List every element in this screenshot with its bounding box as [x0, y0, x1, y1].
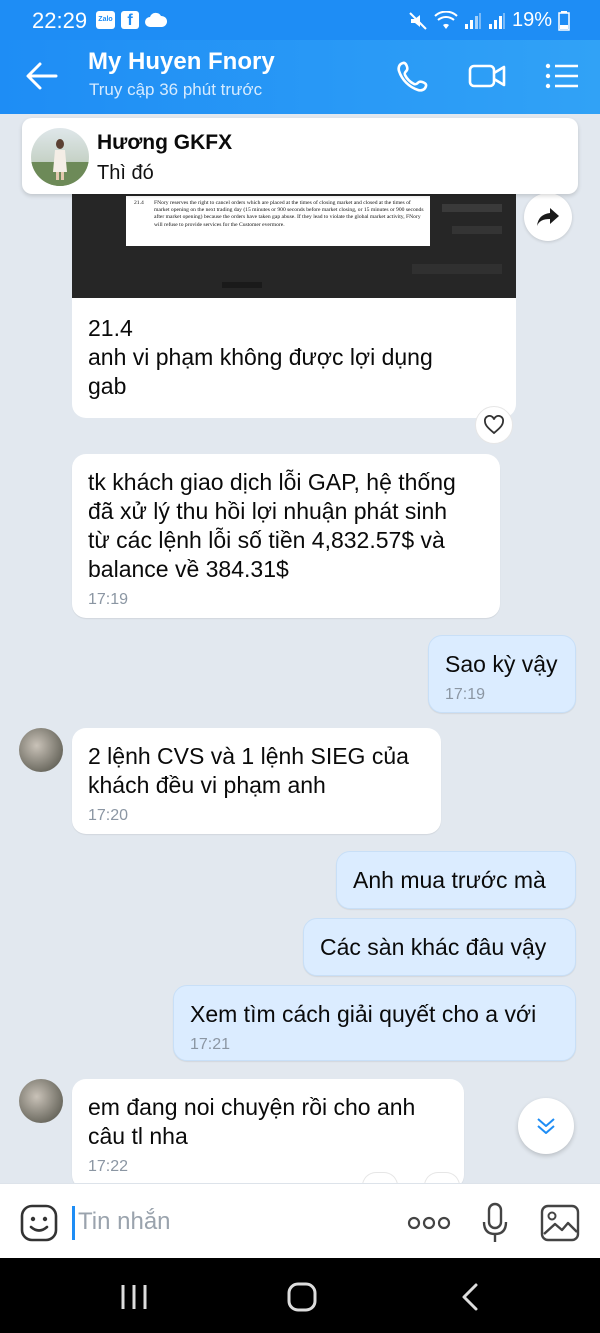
chat-area[interactable]: Hương GKFX Thì đó 21.4 FNory reserves th…	[0, 114, 600, 1183]
message-line: Anh mua trước mà	[353, 867, 546, 893]
back-arrow-icon[interactable]	[22, 58, 62, 94]
recent-apps-icon[interactable]	[114, 1282, 154, 1312]
message-bubble-sent[interactable]: Sao kỳ vậy 17:19	[428, 635, 576, 713]
message-bubble-sent[interactable]: Các sàn khác đâu vậy	[303, 918, 576, 976]
message-line: 2 lệnh CVS và 1 lệnh SIEG của	[88, 743, 409, 769]
message-input[interactable]	[78, 1202, 378, 1242]
image-background-detail	[222, 204, 502, 288]
last-seen-status: Truy cập 36 phút trước	[89, 80, 263, 99]
emoji-sticker-icon[interactable]	[20, 1204, 58, 1242]
contact-name[interactable]: My Huyen Fnory	[88, 48, 275, 76]
message-line: Sao kỳ vậy	[445, 651, 558, 677]
message-line: em đang noi chuyện rồi cho anh	[88, 1094, 416, 1120]
sender-avatar[interactable]	[19, 728, 63, 772]
message-line: câu tl nha	[88, 1123, 188, 1149]
message-bubble-received[interactable]: tk khách giao dịch lỗi GAP, hệ thống đã …	[72, 454, 500, 618]
microphone-icon[interactable]	[480, 1202, 510, 1244]
image-message[interactable]: 21.4 FNory reserves the right to cancel …	[72, 184, 516, 300]
zalo-icon: Zalo	[96, 11, 115, 29]
message-time: 17:19	[88, 591, 129, 608]
chevron-double-down-icon	[537, 1118, 555, 1134]
message-bubble-received[interactable]: em đang noi chuyện rồi cho anh câu tl nh…	[72, 1079, 464, 1183]
message-time: 17:22	[88, 1158, 129, 1175]
message-time: 17:19	[445, 686, 486, 703]
signal-icon	[464, 12, 481, 29]
message-line: gab	[88, 373, 127, 399]
message-line: Xem tìm cách giải quyết cho a với	[190, 1001, 537, 1027]
message-line: Các sàn khác đâu vậy	[320, 934, 547, 960]
heart-icon	[484, 415, 504, 435]
react-heart-button[interactable]	[475, 406, 513, 444]
pinned-message-card[interactable]: Hương GKFX Thì đó	[22, 118, 578, 194]
battery-percent: 19%	[511, 9, 552, 31]
status-time: 22:29	[32, 8, 88, 33]
call-icon[interactable]	[393, 56, 433, 96]
mute-icon	[409, 11, 427, 30]
system-navigation-bar	[0, 1258, 600, 1333]
signal-icon	[488, 12, 505, 29]
more-options-icon[interactable]	[406, 1208, 452, 1238]
message-line: tk khách giao dịch lỗi GAP, hệ thống	[88, 469, 456, 495]
notification-icons: Zalo f	[96, 11, 167, 29]
battery-icon	[558, 10, 570, 31]
wifi-icon	[434, 10, 458, 29]
message-line: đã xử lý thu hồi lợi nhuận phát sinh	[88, 498, 448, 524]
cloud-icon	[145, 12, 167, 27]
message-composer	[0, 1183, 600, 1258]
message-line: từ các lệnh lỗi số tiền 4,832.57$ và	[88, 527, 445, 553]
message-bubble-received[interactable]: 21.4 anh vi phạm không được lợi dụng gab	[72, 298, 516, 418]
message-bubble-sent[interactable]: Anh mua trước mà	[336, 851, 576, 909]
chat-header: My Huyen Fnory Truy cập 36 phút trước	[0, 40, 600, 114]
message-bubble-sent[interactable]: Xem tìm cách giải quyết cho a với 17:21	[173, 985, 576, 1061]
message-line: 21.4	[88, 315, 133, 341]
message-line: anh vi phạm không được lợi dụng	[88, 344, 433, 370]
message-line: khách đều vi phạm anh	[88, 772, 326, 798]
video-call-icon[interactable]	[467, 56, 507, 96]
facebook-icon: f	[121, 11, 139, 29]
pinned-sender-name: Hương GKFX	[97, 131, 233, 154]
share-button[interactable]	[524, 193, 572, 241]
home-icon[interactable]	[282, 1282, 322, 1312]
message-bubble-received[interactable]: 2 lệnh CVS và 1 lệnh SIEG của khách đều …	[72, 728, 441, 834]
image-gallery-icon[interactable]	[540, 1204, 580, 1242]
system-icons: 19%	[408, 9, 570, 32]
text-cursor	[72, 1206, 75, 1240]
pinned-message-text: Thì đó	[97, 162, 154, 184]
share-arrow-icon	[537, 208, 559, 226]
menu-icon[interactable]	[542, 56, 582, 96]
message-time: 17:20	[88, 807, 129, 824]
scroll-to-bottom-button[interactable]	[518, 1098, 574, 1154]
sender-avatar[interactable]	[19, 1079, 63, 1123]
back-nav-icon[interactable]	[450, 1282, 490, 1312]
pinned-avatar	[31, 128, 89, 186]
status-bar: 22:29 Zalo f 19%	[0, 0, 600, 40]
message-time: 17:21	[190, 1036, 231, 1053]
message-line: balance về 384.31$	[88, 556, 289, 582]
